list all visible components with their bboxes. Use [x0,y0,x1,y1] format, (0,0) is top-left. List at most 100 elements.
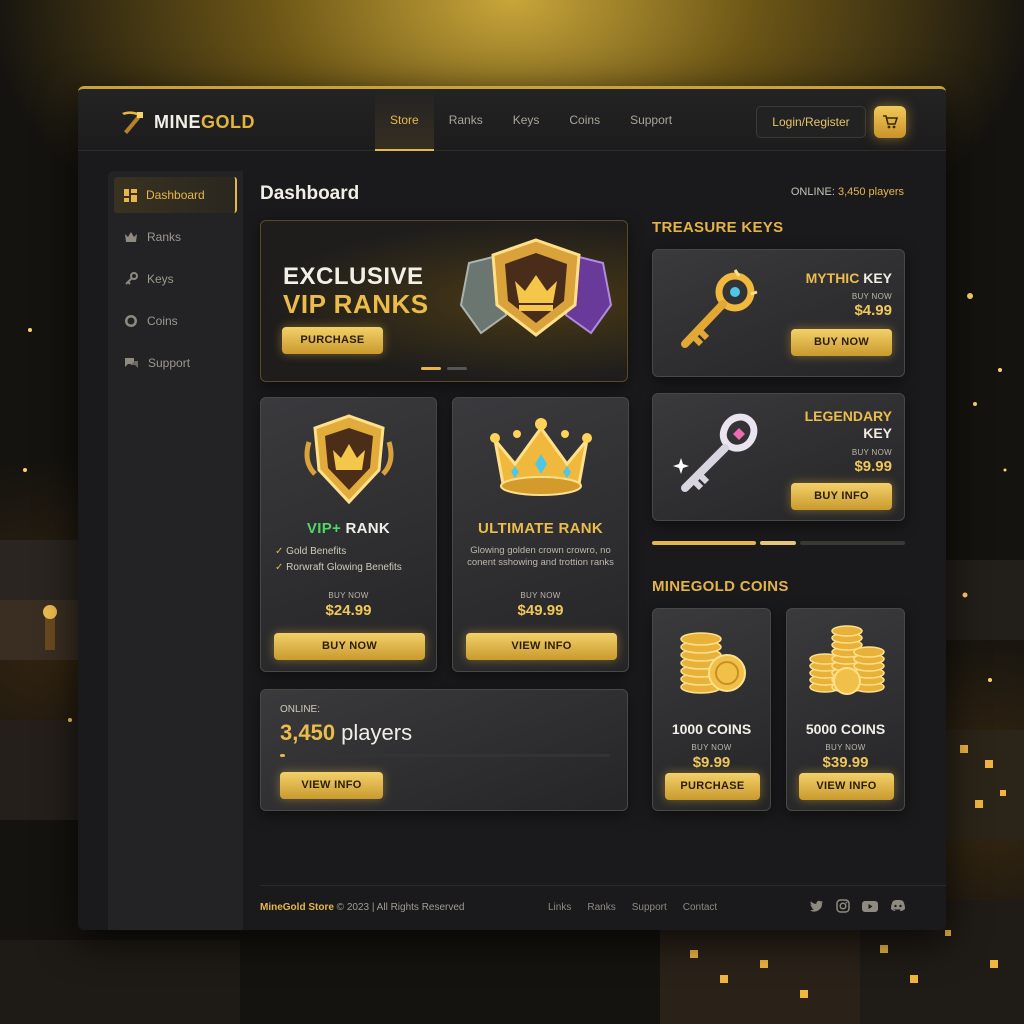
mythic-key-title-part2: KEY [859,270,892,286]
sidebar-item-label: Dashboard [146,188,205,202]
footer-copyright-text: © 2023 | All Rights Reserved [333,902,465,913]
nav-ranks[interactable]: Ranks [434,89,498,151]
coins-5000-view-info-button[interactable]: VIEW INFO [799,773,894,800]
ultimate-rank-card: ULTIMATE RANK Glowing golden crown crowr… [452,397,629,672]
logo-text-part1: MINE [154,111,201,132]
hero-purchase-button[interactable]: PURCHASE [282,327,383,354]
check-icon: ✓ [275,546,287,557]
check-icon: ✓ [275,562,287,573]
nav-store[interactable]: Store [375,89,434,151]
coins-1000-card: 1000 COINS BUY NOW $9.99 PURCHASE [652,608,771,811]
carousel-dot[interactable] [447,367,467,370]
feature-text: Gold Benefits [286,546,347,557]
coins-5000-title: 5000 COINS [805,721,886,737]
crown-icon [125,232,137,242]
top-navbar: MINEGOLD Store Ranks Keys Coins Support … [78,89,946,151]
sidebar-item-label: Coins [147,314,178,328]
coins-1000-purchase-button[interactable]: PURCHASE [665,773,760,800]
instagram-icon[interactable] [836,899,850,913]
buy-now-label: BUY NOW [328,591,369,600]
online-card-value: 3,450 players [280,720,412,746]
footer-link-ranks[interactable]: Ranks [587,902,615,913]
carousel-segment[interactable] [652,541,756,545]
buy-now-label: BUY NOW [851,448,892,457]
footer-link-contact[interactable]: Contact [683,902,717,913]
legendary-key-icon [673,413,758,492]
login-register-button[interactable]: Login/Register [756,106,866,138]
vip-buy-now-button[interactable]: BUY NOW [274,633,425,660]
keys-carousel-indicator[interactable] [652,541,905,545]
carousel-dot[interactable] [421,367,441,370]
mythic-key-title-part1: MYTHIC [805,270,860,286]
hero-title-line1: EXCLUSIVE [283,263,424,290]
carousel-indicator[interactable] [421,367,467,370]
legendary-key-title: LEGENDARY KEY [805,408,892,442]
sidebar-item-label: Support [148,356,191,370]
footer-link-links[interactable]: Links [548,902,571,913]
ultimate-view-info-button[interactable]: VIEW INFO [466,633,617,660]
dashboard-icon [124,188,137,202]
main-nav: Store Ranks Keys Coins Support [375,89,687,151]
nav-keys[interactable]: Keys [498,89,555,151]
sidebar-item-coins[interactable]: Coins [114,303,237,339]
mythic-key-buy-button[interactable]: BUY NOW [791,329,892,356]
footer-copyright: MineGold Store © 2023 | All Rights Reser… [260,902,465,913]
online-players-card: ONLINE: 3,450 players VIEW INFO [260,689,628,811]
coin-icon [125,315,137,327]
sidebar-item-ranks[interactable]: Ranks [114,219,237,255]
vip-rank-title-part2: RANK [341,520,391,537]
vip-rank-price: $24.99 [325,602,372,619]
golden-crown-icon [490,418,592,496]
footer-link-support[interactable]: Support [632,902,667,913]
online-status: ONLINE: 3,450 players [791,186,904,198]
feature-item: ✓ Gold Benefits [275,546,346,557]
online-value: 3,450 players [837,186,904,198]
chat-icon [125,357,138,368]
sidebar-item-dashboard[interactable]: Dashboard [114,177,237,213]
hero-title-line2: VIP RANKS [283,289,429,319]
coin-pile-icon [809,625,885,695]
sidebar-item-support[interactable]: Support [114,345,237,381]
legendary-key-title-part2: KEY [863,425,892,441]
legendary-key-price: $9.99 [854,458,892,475]
sidebar: Dashboard Ranks Keys Coins Support [108,171,243,930]
feature-text: Rorwraft Glowing Benefits [286,562,402,573]
store-window: MINEGOLD Store Ranks Keys Coins Support … [78,86,946,930]
treasure-keys-heading: TREASURE KEYS [652,219,784,236]
sidebar-item-label: Keys [147,272,174,286]
legendary-key-buy-info-button[interactable]: BUY INFO [791,483,892,510]
ultimate-rank-title: ULTIMATE RANK [478,520,603,537]
youtube-icon[interactable] [862,899,878,913]
sidebar-item-keys[interactable]: Keys [114,261,237,297]
buy-now-label: BUY NOW [520,591,561,600]
ultimate-rank-description: Glowing golden crown crowro, no conent s… [467,545,614,568]
nav-coins[interactable]: Coins [554,89,615,151]
nav-support[interactable]: Support [615,89,687,151]
online-unit: players [335,720,413,745]
mythic-key-card: MYTHIC KEY BUY NOW $4.99 BUY NOW [652,249,905,377]
coins-1000-price: $9.99 [692,754,731,771]
carousel-segment[interactable] [760,541,796,545]
legendary-key-card: LEGENDARY KEY BUY NOW $9.99 BUY INFO [652,393,905,521]
hero-banner[interactable]: EXCLUSIVE VIP RANKS PURCHASE [260,220,628,382]
carousel-segment[interactable] [800,541,905,545]
sidebar-item-label: Ranks [147,230,182,244]
footer-links: Links Ranks Support Contact [548,902,717,913]
online-card-label: ONLINE: [280,704,321,715]
vip-rank-card: VIP+ RANK ✓ Gold Benefits ✓ Rorwraft Glo… [260,397,437,672]
discord-icon[interactable] [890,899,906,913]
social-links [810,899,906,913]
buy-now-label: BUY NOW [851,292,892,301]
ultimate-rank-price: $49.99 [517,602,564,619]
online-count: 3,450 [280,720,336,745]
mythic-key-icon [681,269,758,348]
mythic-key-price: $4.99 [854,302,892,319]
buy-now-label: BUY NOW [825,743,866,752]
online-label: ONLINE: [790,186,838,198]
vip-rank-title: VIP+ RANK [261,520,436,537]
online-view-info-button[interactable]: VIEW INFO [280,772,383,799]
twitter-icon[interactable] [810,899,824,913]
logo[interactable]: MINEGOLD [118,107,255,137]
cart-button[interactable] [874,106,906,138]
online-progress-fill [280,754,285,757]
